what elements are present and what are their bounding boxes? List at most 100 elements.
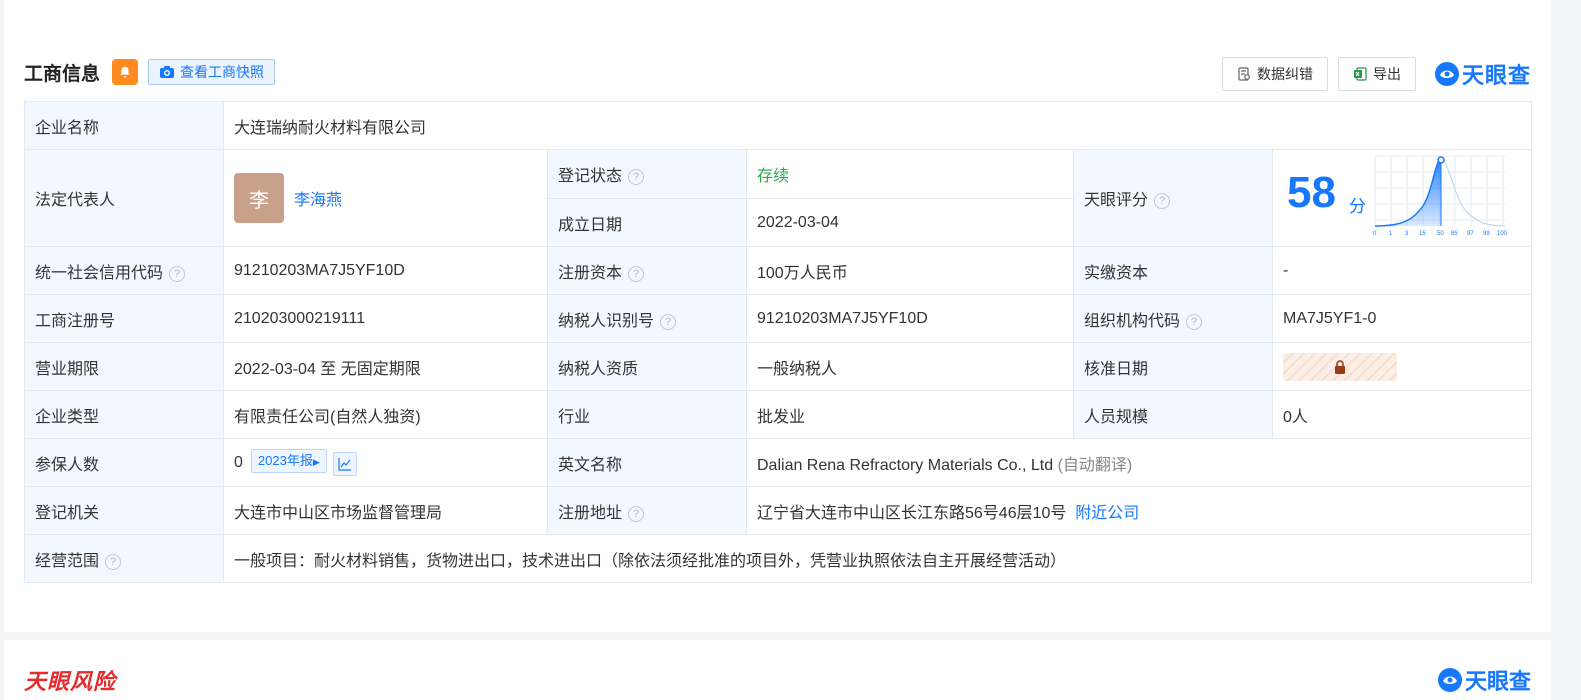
document-edit-icon <box>1238 67 1250 81</box>
legal-rep-label: 法定代表人 <box>24 149 224 247</box>
table-row: 登记机关 大连市中山区市场监督管理局 注册地址? 辽宁省大连市中山区长江东路56… <box>24 486 1533 535</box>
score-distribution-chart: 0 1 3 15 50 85 97 99 100 <box>1373 155 1508 237</box>
brand-text: 天眼查 <box>1461 63 1531 88</box>
export-button[interactable]: 导出 <box>1337 57 1416 91</box>
term-label: 营业期限 <box>24 342 224 391</box>
org-code-label: 组织机构代码 <box>1084 312 1181 330</box>
legal-rep-cell: 李李海燕 <box>223 149 548 247</box>
company-name-value: 大连瑞纳耐火材料有限公司 <box>222 101 1533 150</box>
camera-icon <box>160 66 175 78</box>
table-row: 营业期限 2022-03-04 至 无固定期限 纳税人资质 一般纳税人 核准日期 <box>24 342 1533 391</box>
insured-label: 参保人数 <box>24 438 224 487</box>
taxpayer-id-label-cell: 纳税人识别号? <box>547 294 747 343</box>
correct-label: 数据纠错 <box>1256 66 1313 82</box>
english-name-value: Dalian Rena Refractory Materials Co., Lt… <box>757 456 1054 474</box>
logo-icon <box>1434 62 1459 86</box>
axis-tick: 100 <box>1497 231 1508 237</box>
axis-tick: 3 <box>1405 231 1409 237</box>
company-type-label: 企业类型 <box>24 390 224 439</box>
business-info-table: 企业名称 大连瑞纳耐火材料有限公司 法定代表人 李李海燕 登记状态? 存续 天眼… <box>24 101 1533 583</box>
scope-label: 经营范围 <box>35 552 100 570</box>
authority-label: 登记机关 <box>24 486 224 535</box>
authority-value: 大连市中山区市场监督管理局 <box>223 486 548 535</box>
snapshot-button[interactable]: 查看工商快照 <box>148 59 276 85</box>
staff-size-value: 0人 <box>1271 390 1533 439</box>
scope-value: 一般项目：耐火材料销售，货物进出口，技术进出口（除依法须经批准的项目外，凭营业执… <box>222 534 1533 583</box>
reg-status-value: 存续 <box>746 149 1074 199</box>
axis-tick: 99 <box>1483 231 1490 237</box>
section-title: 工商信息 <box>24 63 101 85</box>
help-icon[interactable]: ? <box>105 553 122 570</box>
table-row: 经营范围? 一般项目：耐火材料销售，货物进出口，技术进出口（除依法须经批准的项目… <box>24 534 1533 583</box>
score-label-cell: 天眼评分? <box>1073 149 1273 247</box>
annual-report-button[interactable]: 2023年报▶ <box>250 449 327 473</box>
legal-rep-link[interactable]: 李海燕 <box>294 192 342 209</box>
score-label: 天眼评分 <box>1084 192 1149 209</box>
reg-capital-label-cell: 注册资本? <box>547 246 747 295</box>
taxpayer-type-label: 纳税人资质 <box>547 342 747 391</box>
taxpayer-id-label: 纳税人识别号 <box>558 312 655 330</box>
brand-text: 天眼查 <box>1464 669 1531 694</box>
logo-icon <box>1437 668 1462 692</box>
section-header: 工商信息 查看工商快照 <box>24 56 276 88</box>
risk-section-title: 天眼风险 <box>24 669 117 694</box>
help-icon[interactable]: ? <box>628 169 645 185</box>
help-icon[interactable]: ? <box>169 265 186 282</box>
address-label-cell: 注册地址? <box>547 486 747 535</box>
bell-icon[interactable] <box>112 59 139 85</box>
help-icon[interactable]: ? <box>1186 313 1203 330</box>
table-row: 企业类型 有限责任公司(自然人独资) 行业 批发业 人员规模 0人 <box>24 390 1533 439</box>
address-cell: 辽宁省大连市中山区长江东路56号46层10号 附近公司 <box>745 486 1533 535</box>
paid-capital-value: - <box>1271 246 1533 295</box>
insured-value: 0 <box>234 454 243 471</box>
address-value: 辽宁省大连市中山区长江东路56号46层10号 <box>757 504 1067 522</box>
nearby-companies-link[interactable]: 附近公司 <box>1075 505 1139 522</box>
axis-tick: 85 <box>1451 231 1458 237</box>
excel-icon <box>1353 67 1367 81</box>
score-cell[interactable]: 58 分 0 1 3 15 50 85 97 99 100 <box>1271 149 1533 247</box>
reg-capital-label: 注册资本 <box>558 264 623 282</box>
english-name-label: 英文名称 <box>547 438 747 487</box>
industry-label: 行业 <box>547 390 747 439</box>
help-icon[interactable]: ? <box>1154 193 1171 209</box>
snapshot-label: 查看工商快照 <box>180 64 265 80</box>
taxpayer-id-value: 91210203MA7J5YF10D <box>746 294 1074 343</box>
reg-status-label-cell: 登记状态? <box>547 149 747 199</box>
paid-capital-label: 实缴资本 <box>1073 246 1273 295</box>
help-icon[interactable]: ? <box>628 505 645 522</box>
toolbar: 数据纠错 导出 天眼查 <box>1212 57 1531 91</box>
table-row: 工商注册号 210203000219111 纳税人识别号? 91210203MA… <box>24 294 1533 343</box>
biz-reg-no-value: 210203000219111 <box>223 294 548 343</box>
help-icon[interactable]: ? <box>660 313 677 330</box>
approve-date-label: 核准日期 <box>1073 342 1273 391</box>
reg-status-label: 登记状态 <box>558 168 623 185</box>
axis-tick: 15 <box>1419 231 1426 237</box>
avatar[interactable]: 李 <box>234 173 284 223</box>
axis-tick: 50 <box>1437 231 1444 237</box>
axis-tick: 0 <box>1373 231 1377 237</box>
help-icon[interactable]: ? <box>628 265 645 282</box>
insured-cell: 0 2023年报▶ <box>223 438 548 487</box>
credit-code-label: 统一社会信用代码 <box>35 264 164 282</box>
table-row: 参保人数 0 2023年报▶ 英文名称 Dalian Rena Refractor… <box>24 438 1533 487</box>
biz-reg-no-label: 工商注册号 <box>24 294 224 343</box>
correct-button[interactable]: 数据纠错 <box>1221 57 1328 91</box>
lock-icon <box>1335 359 1345 374</box>
english-name-cell: Dalian Rena Refractory Materials Co., Lt… <box>745 438 1533 487</box>
table-row: 法定代表人 李李海燕 登记状态? 存续 天眼评分? 58 分 0 1 3 15 … <box>24 149 1533 247</box>
address-label: 注册地址 <box>558 504 623 522</box>
industry-value: 批发业 <box>746 390 1074 439</box>
credit-code-value: 91210203MA7J5YF10D <box>223 246 548 295</box>
caret-right-icon: ▶ <box>312 457 320 467</box>
locked-badge[interactable] <box>1283 352 1397 381</box>
credit-code-label-cell: 统一社会信用代码? <box>24 246 224 295</box>
axis-tick: 1 <box>1389 231 1393 237</box>
term-value: 2022-03-04 至 无固定期限 <box>223 342 548 391</box>
score-value: 58 <box>1287 168 1336 217</box>
tianyancha-logo: 天眼查 <box>1434 58 1531 90</box>
trend-chart-icon[interactable] <box>332 452 357 476</box>
staff-size-label: 人员规模 <box>1073 390 1273 439</box>
table-row: 企业名称 大连瑞纳耐火材料有限公司 <box>24 101 1533 150</box>
org-code-label-cell: 组织机构代码? <box>1073 294 1273 343</box>
annual-report-label: 2023年报 <box>257 453 313 468</box>
